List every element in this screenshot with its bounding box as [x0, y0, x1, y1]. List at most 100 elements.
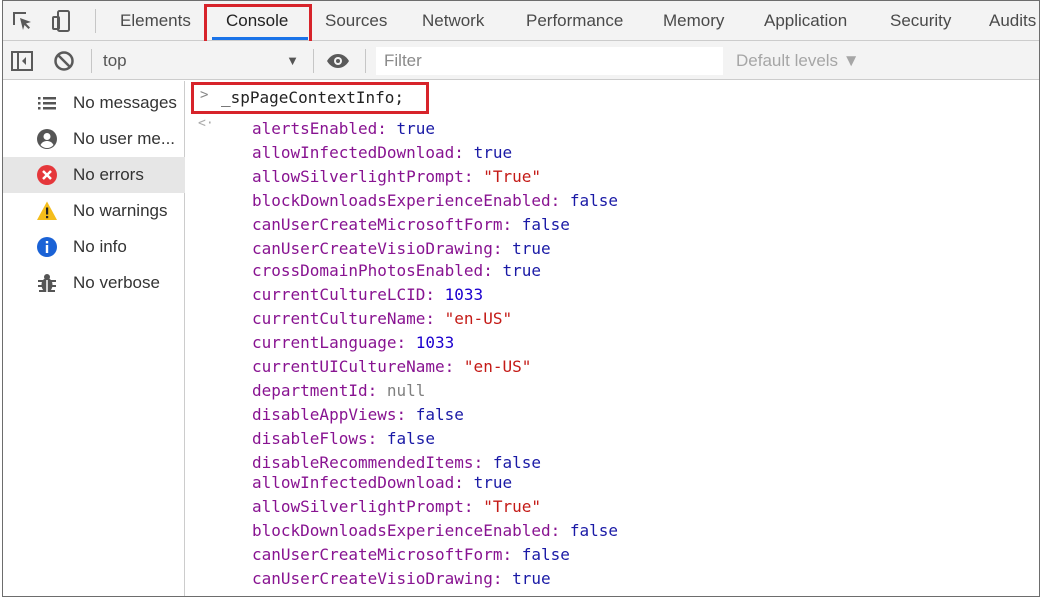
- filter-input[interactable]: [376, 47, 723, 75]
- property-key: crossDomainPhotosEnabled: [252, 261, 484, 280]
- property-value: true: [473, 473, 513, 492]
- property-row: allowSilverlightPrompt: "True": [252, 495, 541, 519]
- toolbar-separator: [313, 49, 314, 73]
- property-value: false: [521, 215, 570, 234]
- property-key: blockDownloadsExperienceEnabled: [252, 521, 551, 540]
- tab-performance[interactable]: Performance: [526, 1, 623, 41]
- property-value: "True": [483, 497, 541, 516]
- sidebar-item-warnings[interactable]: No warnings: [3, 193, 185, 229]
- sidebar-item-label: No errors: [73, 165, 144, 184]
- property-colon: :: [377, 119, 397, 138]
- property-colon: :: [463, 497, 484, 516]
- tab-audits[interactable]: Audits: [989, 1, 1036, 41]
- property-value: true: [512, 569, 551, 588]
- property-row: canUserCreateMicrosoftForm: false: [252, 543, 570, 567]
- sidebar-item-label: No messages: [73, 93, 177, 112]
- property-key: allowInfectedDownload: [252, 473, 455, 492]
- user-icon: [37, 129, 57, 149]
- tab-network[interactable]: Network: [422, 1, 484, 41]
- sidebar-item-messages[interactable]: No messages: [3, 85, 185, 121]
- tab-bar-separator: [95, 9, 96, 33]
- console-toolbar: top ▼ Default levels ▼: [3, 41, 1039, 80]
- console-command: _spPageContextInfo;: [221, 88, 405, 107]
- console-output[interactable]: > _spPageContextInfo; <· alertsEnabled: …: [186, 81, 1039, 596]
- sidebar-item-label: No verbose: [73, 273, 160, 292]
- property-colon: :: [492, 569, 513, 588]
- sidebar-item-label: No user me...: [73, 129, 176, 148]
- property-key: canUserCreateVisioDrawing: [252, 239, 493, 258]
- property-key: canUserCreateMicrosoftForm: [252, 215, 503, 234]
- sidebar-item-label: No warnings: [73, 201, 168, 220]
- property-colon: :: [550, 521, 570, 540]
- property-value: "en-US": [444, 309, 513, 328]
- sidebar-item-errors[interactable]: No errors: [3, 157, 185, 193]
- property-value: false: [521, 545, 570, 564]
- property-key: disableRecommendedItems: [252, 453, 474, 472]
- property-colon: :: [425, 309, 445, 328]
- prompt-chevron-icon: >: [200, 87, 209, 103]
- property-colon: :: [454, 143, 474, 162]
- property-colon: :: [444, 357, 464, 376]
- property-row: blockDownloadsExperienceEnabled: false: [252, 189, 618, 213]
- property-colon: :: [454, 473, 474, 492]
- tab-memory[interactable]: Memory: [663, 1, 724, 41]
- property-key: departmentId: [252, 381, 368, 400]
- property-colon: :: [463, 167, 484, 186]
- toolbar-separator: [365, 49, 366, 73]
- property-colon: :: [492, 239, 513, 258]
- context-selector[interactable]: top ▼: [103, 48, 305, 74]
- property-key: currentCultureName: [252, 309, 426, 328]
- property-row: canUserCreateVisioDrawing: true: [252, 237, 551, 261]
- tab-security[interactable]: Security: [890, 1, 951, 41]
- error-icon: [37, 165, 57, 185]
- property-colon: :: [550, 191, 570, 210]
- property-colon: :: [425, 285, 445, 304]
- sidebar-item-verbose[interactable]: No verbose: [3, 265, 185, 301]
- toolbar-separator: [91, 49, 92, 73]
- tab-elements[interactable]: Elements: [120, 1, 191, 41]
- property-row: crossDomainPhotosEnabled: true: [252, 259, 541, 283]
- property-colon: :: [367, 381, 387, 400]
- property-key: allowSilverlightPrompt: [252, 497, 464, 516]
- property-row: alertsEnabled: true: [252, 117, 435, 141]
- chevron-down-icon: ▼: [286, 53, 299, 68]
- tab-console[interactable]: Console: [226, 1, 288, 41]
- property-value: 1033: [415, 333, 455, 352]
- live-expression-eye-icon[interactable]: [326, 49, 350, 73]
- property-row: disableFlows: false: [252, 427, 435, 451]
- toggle-sidebar-icon[interactable]: [10, 49, 34, 73]
- property-row: allowInfectedDownload: true: [252, 141, 512, 165]
- property-key: canUserCreateMicrosoftForm: [252, 545, 503, 564]
- result-arrow-icon: <·: [198, 116, 214, 131]
- property-value: true: [512, 239, 551, 258]
- property-colon: :: [502, 545, 522, 564]
- property-row: allowSilverlightPrompt: "True": [252, 165, 541, 189]
- property-key: currentLanguage: [252, 333, 397, 352]
- property-colon: :: [502, 215, 522, 234]
- property-key: disableFlows: [252, 429, 368, 448]
- property-value: null: [386, 381, 426, 400]
- property-key: alertsEnabled: [252, 119, 378, 138]
- property-key: allowSilverlightPrompt: [252, 167, 464, 186]
- tab-sources[interactable]: Sources: [325, 1, 387, 41]
- active-tab-indicator: [212, 37, 308, 40]
- property-colon: :: [473, 453, 493, 472]
- device-toolbar-icon[interactable]: [50, 9, 74, 33]
- info-icon: [37, 237, 57, 257]
- property-value: false: [386, 429, 436, 448]
- tab-application[interactable]: Application: [764, 1, 847, 41]
- property-value: false: [569, 521, 619, 540]
- inspect-element-icon[interactable]: [10, 9, 34, 33]
- property-row: departmentId: null: [252, 379, 425, 403]
- property-row: blockDownloadsExperienceEnabled: false: [252, 519, 618, 543]
- sidebar-item-user-messages[interactable]: No user me...: [3, 121, 185, 157]
- property-row: canUserCreateMicrosoftForm: false: [252, 213, 570, 237]
- property-row: currentLanguage: 1033: [252, 331, 454, 355]
- property-key: disableAppViews: [252, 405, 397, 424]
- bug-icon: [38, 274, 56, 292]
- sidebar-item-info[interactable]: No info: [3, 229, 185, 265]
- log-levels-dropdown[interactable]: Default levels ▼: [736, 48, 860, 74]
- clear-console-icon[interactable]: [52, 49, 76, 73]
- property-row: currentCultureName: "en-US": [252, 307, 512, 331]
- property-value: 1033: [444, 285, 484, 304]
